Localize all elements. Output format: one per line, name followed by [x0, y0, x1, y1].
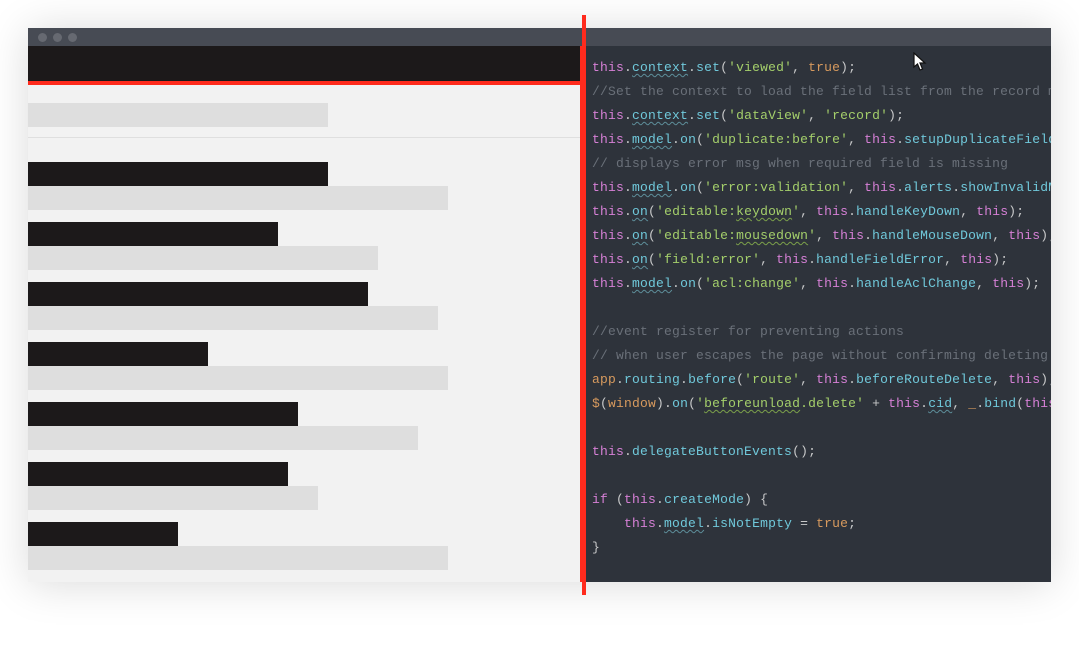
wireframe-row-light	[28, 546, 448, 570]
code-line[interactable]	[592, 296, 1043, 320]
code-line[interactable]: this.context.set('viewed', true);	[592, 56, 1043, 80]
wireframe-row-dark	[28, 342, 208, 366]
wireframe-row-dark	[28, 402, 298, 426]
code-line[interactable]: this.model.isNotEmpty = true;	[592, 512, 1043, 536]
wireframe-row	[28, 462, 580, 510]
code-line[interactable]: app.routing.before('route', this.beforeR…	[592, 368, 1043, 392]
code-line[interactable]: this.on('field:error', this.handleFieldE…	[592, 248, 1043, 272]
minimize-icon[interactable]	[53, 33, 62, 42]
wireframe-row	[28, 522, 580, 570]
wireframe-row	[28, 282, 580, 330]
wireframe-row-light	[28, 306, 438, 330]
code-line[interactable]: this.model.on('error:validation', this.a…	[592, 176, 1043, 200]
code-line[interactable]: $(window).on('beforeunload.delete' + thi…	[592, 392, 1043, 416]
overlay-divider	[582, 15, 586, 595]
code-line[interactable]	[592, 464, 1043, 488]
code-line[interactable]: if (this.createMode) {	[592, 488, 1043, 512]
wireframe-row-light	[28, 186, 448, 210]
code-editor[interactable]: this.context.set('viewed', true);//Set t…	[584, 46, 1051, 582]
app-window: this.context.set('viewed', true);//Set t…	[28, 28, 1051, 582]
wireframe-row	[28, 342, 580, 390]
wireframe-row	[28, 402, 580, 450]
code-line[interactable]: // when user escapes the page without co…	[592, 344, 1043, 368]
wireframe-row-light	[28, 486, 318, 510]
code-line[interactable]: this.context.set('dataView', 'record');	[592, 104, 1043, 128]
wireframe-row-light	[28, 366, 448, 390]
code-line[interactable]: this.model.on('duplicate:before', this.s…	[592, 128, 1043, 152]
code-line[interactable]: this.delegateButtonEvents();	[592, 440, 1043, 464]
wireframe-row-dark	[28, 522, 178, 546]
code-line[interactable]: this.on('editable:keydown', this.handleK…	[592, 200, 1043, 224]
window-content: this.context.set('viewed', true);//Set t…	[28, 46, 1051, 582]
wireframe-row	[28, 222, 580, 270]
wireframe-row-dark	[28, 462, 288, 486]
wireframe-row-light	[28, 246, 378, 270]
wireframe-body	[28, 85, 580, 582]
wireframe-header-bar	[28, 46, 580, 81]
code-line[interactable]	[592, 416, 1043, 440]
wireframe-title-bar	[28, 103, 328, 127]
wireframe-row-dark	[28, 222, 278, 246]
wireframe-row-dark	[28, 162, 328, 186]
code-line[interactable]: //Set the context to load the field list…	[592, 80, 1043, 104]
code-line[interactable]: //event register for preventing actions	[592, 320, 1043, 344]
code-line[interactable]: this.model.on('acl:change', this.handleA…	[592, 272, 1043, 296]
code-line[interactable]: }	[592, 536, 1043, 560]
code-line[interactable]: this.on('editable:mousedown', this.handl…	[592, 224, 1043, 248]
code-line[interactable]: // displays error msg when required fiel…	[592, 152, 1043, 176]
wireframe-row	[28, 162, 580, 210]
zoom-icon[interactable]	[68, 33, 77, 42]
wireframe-row-dark	[28, 282, 368, 306]
wireframe-row-light	[28, 426, 418, 450]
wireframe-panel	[28, 46, 580, 582]
window-titlebar[interactable]	[28, 28, 1051, 46]
close-icon[interactable]	[38, 33, 47, 42]
